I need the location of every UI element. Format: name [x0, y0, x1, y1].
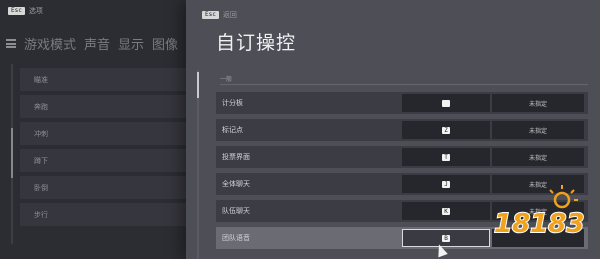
keybinding-row: 标记点 Z 未指定 [216, 119, 588, 141]
tab-graphics[interactable]: 图像 [152, 34, 178, 53]
keycap [442, 99, 450, 107]
secondary-key-slot[interactable]: 未指定 [492, 148, 584, 166]
keycap: Z [442, 126, 450, 134]
keycap: T [442, 153, 450, 161]
options-hint: Esc 选项 [8, 6, 43, 16]
secondary-key-slot[interactable]: 未指定 [492, 121, 584, 139]
menu-icon[interactable] [6, 39, 16, 48]
background-scrollbar-thumb[interactable] [11, 128, 13, 178]
esc-key-badge: Esc [8, 7, 25, 15]
action-label: 投票界面 [222, 153, 250, 161]
action-label: 标记点 [222, 126, 243, 134]
list-item[interactable]: 瞄准 [20, 68, 198, 91]
background-action-list: 瞄准 奔跑 冲刺 蹲下 卧倒 步行 [20, 68, 198, 230]
section-divider [220, 84, 588, 85]
secondary-key-slot[interactable]: 未指定 [492, 94, 584, 112]
keybinding-row: 投票界面 T 未指定 [216, 146, 588, 168]
site-watermark-logo: 18183 [493, 185, 585, 240]
logo-text: 18183 [494, 209, 584, 239]
screen: Esc 选项 游戏模式 声音 显示 图像 瞄准 奔跑 冲刺 蹲下 卧倒 步行 E… [0, 0, 600, 259]
section-heading: 一般 [220, 76, 233, 83]
logo-sun-icon [549, 185, 578, 209]
panel-scrollbar-track[interactable] [197, 70, 199, 259]
primary-key-slot[interactable]: B [402, 229, 490, 247]
esc-key-badge: Esc [202, 11, 219, 19]
list-item[interactable]: 冲刺 [20, 122, 198, 145]
options-hint-label: 选项 [28, 7, 43, 15]
primary-key-slot[interactable]: T [402, 148, 490, 166]
keybinding-row: 计分板 未指定 [216, 92, 588, 114]
action-label: 队伍聊天 [222, 207, 250, 215]
action-label: 全体聊天 [222, 180, 250, 188]
primary-key-slot[interactable] [402, 94, 490, 112]
tab-sound[interactable]: 声音 [84, 34, 110, 53]
keycap: K [442, 207, 450, 215]
primary-key-slot[interactable]: Z [402, 121, 490, 139]
tab-game-mode[interactable]: 游戏模式 [24, 34, 76, 53]
list-item[interactable]: 步行 [20, 203, 198, 226]
primary-key-slot[interactable]: K [402, 202, 490, 220]
page-title: 自订操控 [216, 32, 297, 54]
panel-scrollbar-thumb[interactable] [197, 72, 199, 98]
options-tab-bar: 游戏模式 声音 显示 图像 [6, 34, 178, 53]
action-label: 团队语音 [222, 234, 250, 242]
list-item[interactable]: 蹲下 [20, 149, 198, 172]
keycap: J [442, 180, 450, 188]
list-item[interactable]: 奔跑 [20, 95, 198, 118]
primary-key-slot[interactable]: J [402, 175, 490, 193]
tab-display[interactable]: 显示 [118, 34, 144, 53]
back-label: 返回 [222, 11, 237, 19]
back-button[interactable]: Esc 返回 [202, 10, 237, 20]
action-label: 计分板 [222, 99, 243, 107]
list-item[interactable]: 卧倒 [20, 176, 198, 199]
keycap: B [442, 234, 450, 242]
